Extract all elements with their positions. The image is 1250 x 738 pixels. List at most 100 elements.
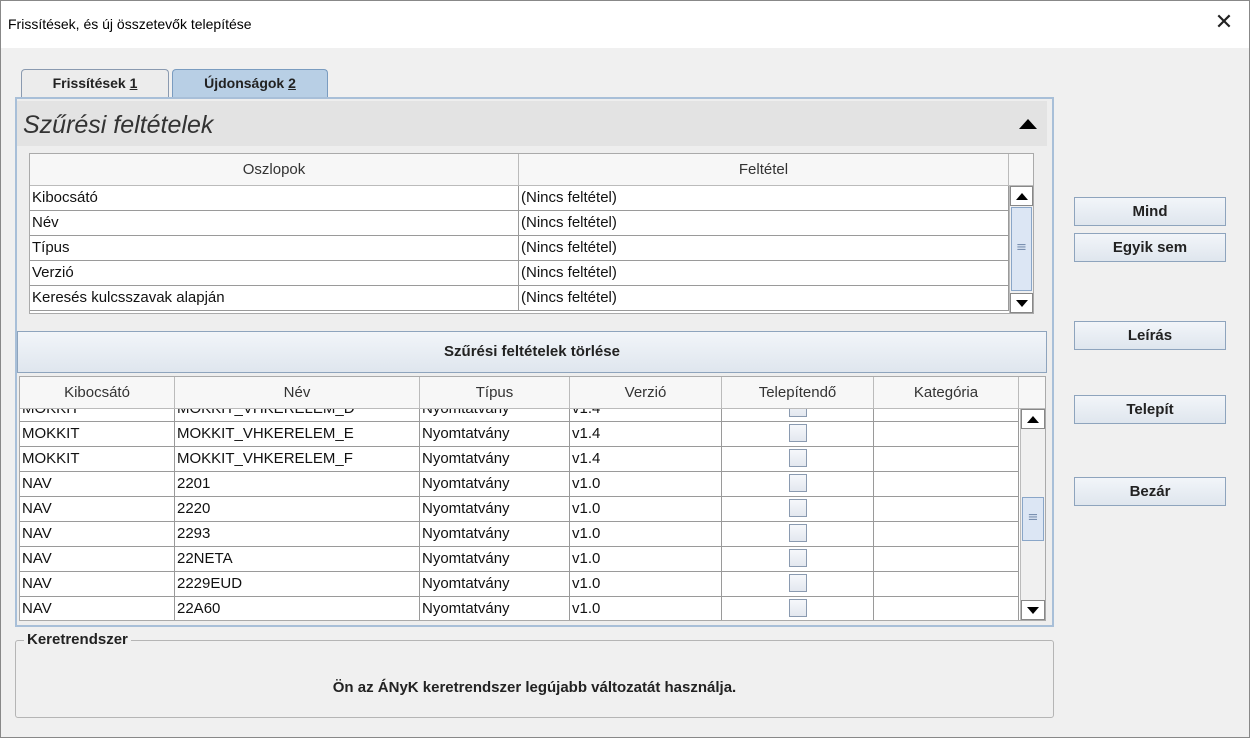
select-all-button[interactable]: Mind — [1074, 197, 1226, 226]
name-cell[interactable]: MOKKIT_VHKERELEM_E — [175, 422, 420, 447]
filter-row-condition[interactable]: (Nincs feltétel) — [519, 236, 1009, 261]
type-cell[interactable]: Nyomtatvány — [420, 497, 570, 522]
tab-news[interactable]: Újdonságok 2 — [172, 69, 328, 97]
install-checkbox[interactable] — [789, 549, 807, 567]
install-cell[interactable] — [722, 597, 874, 620]
install-checkbox[interactable] — [789, 524, 807, 542]
tab-updates[interactable]: Frissítések 1 — [21, 69, 169, 97]
category-cell[interactable] — [874, 522, 1019, 547]
install-cell[interactable] — [722, 572, 874, 597]
type-cell[interactable]: Nyomtatvány — [420, 472, 570, 497]
version-cell[interactable]: v1.4 — [570, 447, 722, 472]
close-icon[interactable]: ✕ — [1211, 11, 1237, 37]
version-cell[interactable]: v1.0 — [570, 547, 722, 572]
title-bar: Frissítések, és új összetevők telepítése… — [0, 0, 1250, 48]
table-header-corner — [1019, 377, 1045, 409]
category-cell[interactable] — [874, 472, 1019, 497]
install-cell[interactable] — [722, 522, 874, 547]
category-cell[interactable] — [874, 597, 1019, 620]
install-checkbox[interactable] — [789, 499, 807, 517]
version-cell[interactable]: v1.0 — [570, 497, 722, 522]
name-cell[interactable]: 22NETA — [175, 547, 420, 572]
column-header-category[interactable]: Kategória — [874, 377, 1019, 409]
filter-scrollbar[interactable] — [1009, 186, 1033, 313]
name-cell[interactable]: 2201 — [175, 472, 420, 497]
filter-column-header-columns[interactable]: Oszlopok — [30, 154, 519, 186]
filter-row-column[interactable]: Típus — [30, 236, 519, 261]
version-cell[interactable]: v1.0 — [570, 522, 722, 547]
install-cell[interactable] — [722, 497, 874, 522]
filter-header[interactable]: Szűrési feltételek — [17, 101, 1047, 146]
clear-filters-button[interactable]: Szűrési feltételek törlése — [17, 331, 1047, 373]
column-header-version[interactable]: Verzió — [570, 377, 722, 409]
filter-header-corner — [1009, 154, 1033, 186]
select-none-button[interactable]: Egyik sem — [1074, 233, 1226, 262]
install-checkbox[interactable] — [789, 599, 807, 617]
type-cell[interactable]: Nyomtatvány — [420, 522, 570, 547]
type-cell[interactable]: Nyomtatvány — [420, 572, 570, 597]
install-cell[interactable] — [722, 547, 874, 572]
name-cell[interactable]: 2220 — [175, 497, 420, 522]
scroll-up-arrow-icon[interactable] — [1021, 409, 1045, 429]
type-cell[interactable]: Nyomtatvány — [420, 422, 570, 447]
close-button[interactable]: Bezár — [1074, 477, 1226, 506]
category-cell[interactable] — [874, 422, 1019, 447]
issuer-cell[interactable]: NAV — [20, 472, 175, 497]
column-header-to-install[interactable]: Telepítendő — [722, 377, 874, 409]
filter-row-column[interactable]: Név — [30, 211, 519, 236]
type-cell[interactable]: Nyomtatvány — [420, 447, 570, 472]
filter-row-column[interactable]: Kibocsátó — [30, 186, 519, 211]
scroll-up-arrow-icon[interactable] — [1010, 186, 1033, 206]
install-button[interactable]: Telepít — [1074, 395, 1226, 424]
table-scrollbar[interactable] — [1020, 409, 1045, 620]
issuer-cell[interactable]: NAV — [20, 547, 175, 572]
category-cell[interactable] — [874, 497, 1019, 522]
tab-news-mnemonic: 2 — [288, 75, 296, 91]
tab-updates-label: Frissítések — [52, 75, 130, 91]
name-cell[interactable]: 2293 — [175, 522, 420, 547]
version-cell[interactable]: v1.0 — [570, 572, 722, 597]
category-cell[interactable] — [874, 547, 1019, 572]
tab-news-label: Újdonságok — [204, 75, 289, 91]
filter-row-condition[interactable]: (Nincs feltétel) — [519, 186, 1009, 211]
filter-row-condition[interactable]: (Nincs feltétel) — [519, 261, 1009, 286]
scroll-thumb[interactable] — [1022, 497, 1044, 541]
version-cell[interactable]: v1.0 — [570, 472, 722, 497]
filter-row-column[interactable]: Verzió — [30, 261, 519, 286]
column-header-name[interactable]: Név — [175, 377, 420, 409]
issuer-cell[interactable]: MOKKIT — [20, 447, 175, 472]
issuer-cell[interactable]: NAV — [20, 522, 175, 547]
issuer-cell[interactable]: MOKKIT — [20, 422, 175, 447]
install-checkbox[interactable] — [789, 474, 807, 492]
type-cell[interactable]: Nyomtatvány — [420, 547, 570, 572]
category-cell[interactable] — [874, 572, 1019, 597]
filter-row-column[interactable]: Keresés kulcsszavak alapján — [30, 286, 519, 311]
name-cell[interactable]: 22A60 — [175, 597, 420, 620]
name-cell[interactable]: 2229EUD — [175, 572, 420, 597]
install-checkbox[interactable] — [789, 424, 807, 442]
issuer-cell[interactable]: NAV — [20, 597, 175, 620]
version-cell[interactable]: v1.0 — [570, 597, 722, 620]
collapse-up-icon[interactable] — [1019, 119, 1037, 129]
description-button[interactable]: Leírás — [1074, 321, 1226, 350]
install-cell[interactable] — [722, 472, 874, 497]
install-checkbox[interactable] — [789, 449, 807, 467]
install-cell[interactable] — [722, 447, 874, 472]
column-header-type[interactable]: Típus — [420, 377, 570, 409]
install-checkbox[interactable] — [789, 574, 807, 592]
category-cell[interactable] — [874, 447, 1019, 472]
filter-column-header-condition[interactable]: Feltétel — [519, 154, 1009, 186]
filter-row-condition[interactable]: (Nincs feltétel) — [519, 286, 1009, 311]
issuer-cell[interactable]: NAV — [20, 497, 175, 522]
install-cell[interactable] — [722, 422, 874, 447]
scroll-down-arrow-icon[interactable] — [1021, 600, 1045, 620]
name-cell[interactable]: MOKKIT_VHKERELEM_F — [175, 447, 420, 472]
framework-message: Ön az ÁNyK keretrendszer legújabb változ… — [332, 679, 737, 696]
scroll-thumb[interactable] — [1011, 207, 1032, 291]
scroll-down-arrow-icon[interactable] — [1010, 293, 1033, 313]
issuer-cell[interactable]: NAV — [20, 572, 175, 597]
column-header-issuer[interactable]: Kibocsátó — [20, 377, 175, 409]
type-cell[interactable]: Nyomtatvány — [420, 597, 570, 620]
filter-row-condition[interactable]: (Nincs feltétel) — [519, 211, 1009, 236]
version-cell[interactable]: v1.4 — [570, 422, 722, 447]
